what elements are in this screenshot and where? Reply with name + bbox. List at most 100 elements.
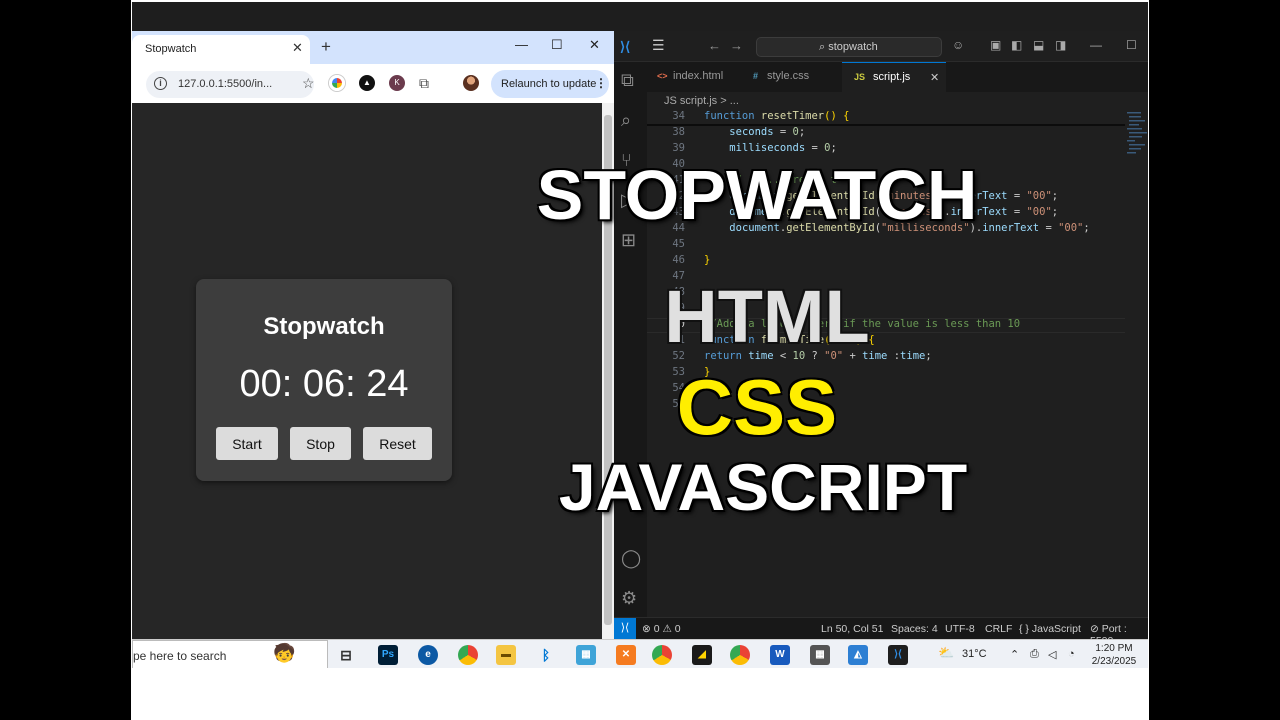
- maximize-button[interactable]: ☐: [551, 37, 563, 53]
- html-file-icon: <>: [657, 71, 668, 81]
- settings-gear-icon[interactable]: ⚙: [621, 588, 637, 609]
- word-icon[interactable]: W: [770, 645, 790, 665]
- minimap[interactable]: [1125, 110, 1148, 170]
- vscode-logo-icon: ⟩⟨: [620, 39, 631, 54]
- menu-icon[interactable]: ☰: [652, 37, 665, 54]
- image-viewer-icon[interactable]: ▦: [576, 645, 596, 665]
- forward-arrow-icon[interactable]: →: [730, 38, 743, 53]
- profile-avatar[interactable]: [463, 75, 479, 91]
- back-arrow-icon[interactable]: ←: [708, 38, 721, 53]
- chrome-alt-icon[interactable]: [730, 645, 750, 665]
- photos-icon[interactable]: ◭: [848, 645, 868, 665]
- search-mascot-icon: 🧒: [273, 643, 296, 663]
- problems-indicator[interactable]: ⊗ 0 ⚠ 0: [642, 623, 681, 635]
- file-explorer-icon[interactable]: ▬: [496, 645, 516, 665]
- volume-icon[interactable]: ◁: [1048, 648, 1056, 661]
- relaunch-button[interactable]: Relaunch to update ⋮: [491, 70, 609, 98]
- language-mode[interactable]: { } JavaScript: [1019, 623, 1081, 635]
- secondary-sidebar-icon[interactable]: ◨: [1055, 38, 1066, 52]
- bluetooth-icon[interactable]: ᛒ: [536, 645, 556, 665]
- chrome-profile-icon[interactable]: [458, 645, 478, 665]
- copilot-icon[interactable]: ☺: [952, 38, 964, 52]
- close-window-button[interactable]: ✕: [589, 37, 600, 53]
- tray-chevron-icon[interactable]: ⌃: [1010, 648, 1019, 661]
- line-number: 46: [672, 254, 685, 266]
- vscode-minimize-icon[interactable]: —: [1090, 38, 1102, 52]
- tab-script-js[interactable]: JS script.js ✕: [842, 62, 946, 92]
- explorer-icon[interactable]: ⧉: [621, 70, 634, 91]
- overlay-javascript: JAVASCRIPT: [558, 450, 968, 524]
- breadcrumb-path[interactable]: JS script.js > ...: [664, 95, 739, 107]
- stopwatch-title: Stopwatch: [263, 313, 385, 340]
- extensions-puzzle-icon[interactable]: ⧉: [419, 75, 435, 91]
- system-clock[interactable]: 1:20 PM 2/23/2025: [1090, 642, 1138, 668]
- chrome-icon[interactable]: [652, 645, 672, 665]
- menu-dots-icon[interactable]: ⋮: [595, 76, 607, 90]
- triangle-extension-icon[interactable]: ▲: [359, 75, 375, 91]
- tab-label: index.html: [673, 70, 724, 82]
- url-text: 127.0.0.1:5500/in...: [178, 78, 273, 90]
- stop-button[interactable]: Stop: [290, 427, 351, 460]
- command-search-text: ⌕ stopwatch: [819, 41, 878, 53]
- taskbar-search-text: pe here to search: [133, 649, 227, 663]
- search-icon[interactable]: ⌕: [621, 110, 631, 131]
- bookmark-star-icon[interactable]: ☆: [302, 75, 315, 92]
- panel-toggle-icon[interactable]: ⬓: [1033, 38, 1044, 52]
- tab-style-css[interactable]: # style.css: [743, 62, 831, 92]
- tab-title: Stopwatch: [145, 43, 197, 55]
- sticky-notes-icon[interactable]: ◢: [692, 645, 712, 665]
- reset-button[interactable]: Reset: [363, 427, 432, 460]
- clock-time: 1:20 PM: [1095, 643, 1133, 654]
- xampp-icon[interactable]: ✕: [616, 645, 636, 665]
- task-view-icon[interactable]: ⊟: [336, 645, 356, 665]
- tray-device-icon[interactable]: ⎙: [1030, 648, 1039, 661]
- minimize-button[interactable]: —: [515, 37, 528, 52]
- encoding-status[interactable]: UTF-8: [945, 623, 975, 635]
- taskbar-search[interactable]: pe here to search 🧒: [132, 640, 328, 668]
- account-icon[interactable]: ◯: [621, 548, 641, 569]
- browser-toolbar: i 127.0.0.1:5500/in... ☆ ▲ K ⧉ Relaunch …: [132, 64, 614, 103]
- photoshop-icon[interactable]: Ps: [378, 645, 398, 665]
- bottom-border: [132, 668, 1148, 720]
- vscode-maximize-icon[interactable]: ☐: [1126, 38, 1137, 52]
- code-line: function resetTimer() {: [704, 110, 850, 122]
- command-search-value: stopwatch: [828, 41, 878, 53]
- vscode-taskbar-icon[interactable]: ⟩⟨: [888, 645, 908, 665]
- address-bar[interactable]: i 127.0.0.1:5500/in... ☆: [146, 71, 315, 98]
- sidebar-toggle-icon[interactable]: ◧: [1011, 38, 1022, 52]
- site-info-icon[interactable]: i: [154, 77, 167, 90]
- calculator-icon[interactable]: ▦: [810, 645, 830, 665]
- weather-temp[interactable]: 31°C: [962, 648, 987, 660]
- cursor-position[interactable]: Ln 50, Col 51: [821, 623, 883, 635]
- start-button[interactable]: Start: [216, 427, 278, 460]
- breadcrumb: JS script.js > ...: [647, 92, 1148, 110]
- browser-tab[interactable]: Stopwatch ✕: [132, 35, 310, 64]
- windows-taskbar: pe here to search 🧒 ⊟ Ps e ▬ ᛒ ▦ ✕ ◢ W ▦…: [132, 639, 1148, 668]
- css-file-icon: #: [753, 71, 759, 81]
- code-line: milliseconds = 0;: [729, 142, 837, 154]
- js-file-icon: JS: [854, 72, 866, 82]
- indentation-status[interactable]: Spaces: 4: [891, 623, 938, 635]
- vscode-titlebar: ⟩⟨ ☰ ← → ⌕ stopwatch ☺ ▣ ◧ ⬓ ◨ — ☐: [614, 31, 1148, 62]
- eol-status[interactable]: CRLF: [985, 623, 1012, 635]
- tab-label: script.js: [873, 71, 911, 83]
- line-number: 39: [672, 142, 685, 154]
- color-extension-icon[interactable]: [329, 75, 345, 91]
- code-line: }: [704, 254, 711, 266]
- new-tab-button[interactable]: +: [321, 37, 331, 57]
- tab-close-icon[interactable]: ✕: [292, 40, 303, 56]
- remote-indicator-icon[interactable]: ⟩⟨: [614, 618, 636, 640]
- wifi-icon[interactable]: ◔: [1068, 648, 1075, 660]
- tab-index-html[interactable]: <> index.html: [647, 62, 743, 92]
- tab-close-icon[interactable]: ✕: [930, 71, 939, 84]
- command-center[interactable]: ⌕ stopwatch: [756, 37, 942, 57]
- stopwatch-card: Stopwatch 00: 06: 24 Start Stop Reset: [196, 279, 452, 481]
- browser-tabbar: Stopwatch ✕ + — ☐ ✕: [132, 31, 614, 64]
- line-number: 45: [672, 238, 685, 250]
- layout-icon[interactable]: ▣: [990, 38, 1001, 52]
- line-number: 34: [672, 110, 685, 122]
- edge-icon[interactable]: e: [418, 645, 438, 665]
- relaunch-label: Relaunch to update: [501, 78, 597, 90]
- status-bar: ⟩⟨ ⊗ 0 ⚠ 0 Ln 50, Col 51 Spaces: 4 UTF-8…: [614, 617, 1148, 647]
- k-extension-icon[interactable]: K: [389, 75, 405, 91]
